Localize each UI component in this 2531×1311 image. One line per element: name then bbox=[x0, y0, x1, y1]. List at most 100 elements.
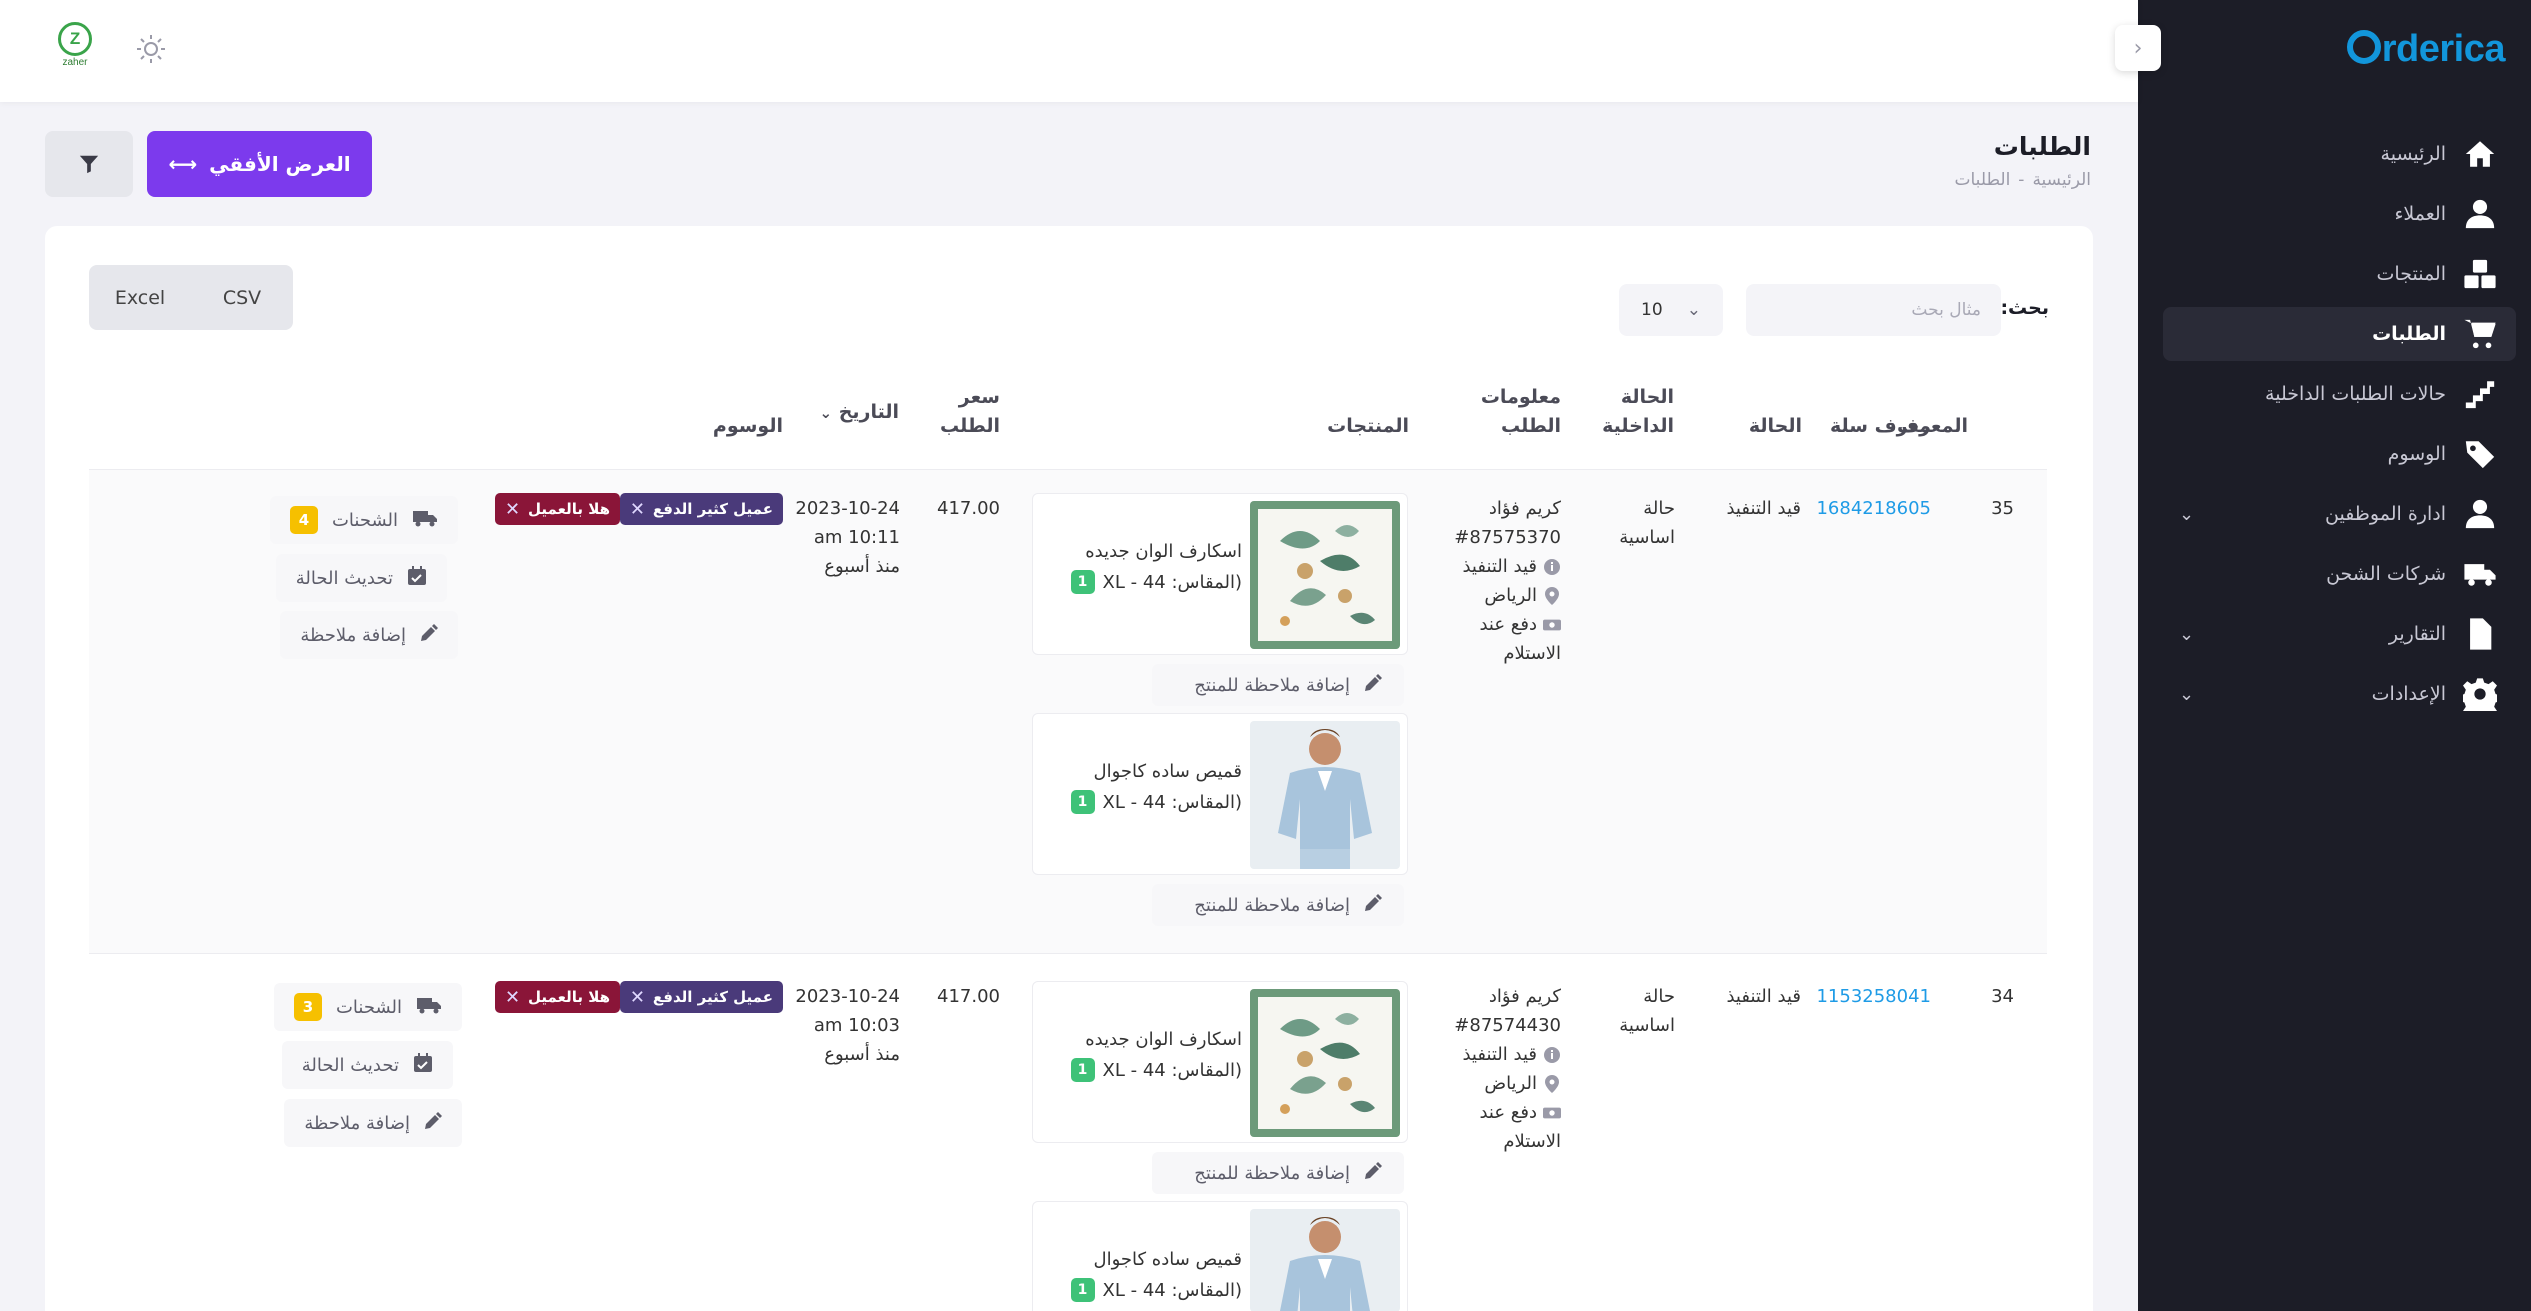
sun-icon bbox=[137, 35, 165, 63]
shipments-button[interactable]: الشحنات 3 bbox=[273, 983, 462, 1031]
scarf-product-image[interactable] bbox=[1250, 989, 1400, 1137]
tags-icon bbox=[2460, 436, 2500, 472]
col-header-price-2: الطلب bbox=[939, 415, 1000, 437]
search-input[interactable] bbox=[1746, 284, 2001, 336]
boxes-icon bbox=[2460, 256, 2500, 292]
sidebar-item-tags[interactable]: الوسوم bbox=[2163, 427, 2516, 481]
col-header-internal-status-1[interactable]: الحالة bbox=[1621, 383, 1674, 412]
row-internal-status: حالة اساسية bbox=[1619, 982, 1675, 1040]
sidebar-item-orders[interactable]: الطلبات bbox=[2163, 307, 2516, 361]
breadcrumb-separator: - bbox=[2018, 170, 2025, 190]
add-note-button[interactable]: إضافة ملاحظة bbox=[280, 611, 458, 659]
sidebar-item-customers[interactable]: العملاء bbox=[2163, 187, 2516, 241]
col-header-status[interactable]: الحالة bbox=[1749, 412, 1802, 441]
tag-badge: هلا بالعميل ✕ bbox=[494, 981, 620, 1013]
city-text: الرياض bbox=[1484, 585, 1537, 606]
avatar-initial: Z bbox=[58, 22, 92, 56]
breadcrumb-home[interactable]: الرئيسية bbox=[2032, 170, 2091, 190]
product-size: (المقاس: XL - 44 1 bbox=[1070, 570, 1242, 594]
product-card: اسكارف الوان جديده (المقاس: XL - 44 1 bbox=[1032, 981, 1408, 1143]
search-label: بحث: bbox=[2000, 297, 2049, 319]
scarf-product-image[interactable] bbox=[1250, 501, 1400, 649]
tag-label: عميل كثير الدفع bbox=[652, 500, 773, 518]
export-excel-button[interactable]: Excel bbox=[89, 265, 191, 330]
product-card: قميص ساده كاجوال (المقاس: XL - 44 1 bbox=[1032, 1201, 1408, 1311]
row-status: قيد التنفيذ bbox=[1726, 986, 1801, 1007]
order-number: #87575370 bbox=[1454, 527, 1561, 548]
sidebar-item-label: الرئيسية bbox=[2380, 143, 2446, 165]
sidebar-item-home[interactable]: الرئيسية bbox=[2163, 127, 2516, 181]
arrows-horizontal-icon: ⟷ bbox=[168, 152, 198, 176]
col-header-date-label: التاريخ bbox=[838, 401, 899, 423]
payment-text-2: الاستلام bbox=[1503, 1131, 1561, 1152]
row-cart-id-link[interactable]: 1153258041 bbox=[1816, 982, 1931, 1011]
shipments-button[interactable]: الشحنات 4 bbox=[269, 496, 458, 544]
sidebar-item-label: الإعدادات bbox=[2371, 683, 2446, 705]
update-status-button[interactable]: تحديث الحالة bbox=[281, 1041, 453, 1089]
sidebar-item-label: حالات الطلبات الداخلية bbox=[2265, 383, 2446, 405]
shirt-product-image[interactable] bbox=[1250, 1209, 1400, 1311]
payment-text-1: دفع عند bbox=[1479, 1102, 1537, 1123]
add-note-button[interactable]: إضافة ملاحظة bbox=[284, 1099, 462, 1147]
pencil-icon bbox=[424, 1111, 442, 1135]
add-product-note-button[interactable]: إضافة ملاحظة للمنتج bbox=[1152, 664, 1404, 706]
row-id: 34 bbox=[1991, 986, 2014, 1007]
sidebar-item-label: المنتجات bbox=[2376, 263, 2446, 285]
horizontal-view-button[interactable]: العرض الأفقي ⟷ bbox=[147, 131, 372, 197]
tag-label: عميل كثير الدفع bbox=[652, 988, 773, 1006]
city-line: الرياض bbox=[1454, 1069, 1561, 1098]
cash-icon bbox=[1543, 1104, 1561, 1122]
sidebar-item-internal-statuses[interactable]: حالات الطلبات الداخلية bbox=[2163, 367, 2516, 421]
app-logo[interactable]: rderica bbox=[2346, 28, 2506, 71]
col-header-order-info-1[interactable]: معلومات bbox=[1481, 383, 1561, 412]
add-product-note-button[interactable]: إضافة ملاحظة للمنتج bbox=[1152, 1152, 1404, 1194]
col-header-internal-status-2: الداخلية bbox=[1602, 415, 1674, 437]
col-header-cart-id[interactable]: معرف سلة bbox=[1830, 412, 1931, 441]
calendar-check-icon bbox=[413, 1052, 433, 1078]
remove-tag-icon[interactable]: ✕ bbox=[505, 987, 520, 1008]
col-header-products[interactable]: المنتجات bbox=[1327, 412, 1409, 441]
row-date: 2023-10-24 10:11 am منذ أسبوع bbox=[795, 494, 900, 581]
page-size-value: 10 bbox=[1641, 300, 1663, 320]
col-header-tags[interactable]: الوسوم bbox=[713, 412, 783, 441]
product-card: اسكارف الوان جديده (المقاس: XL - 44 1 bbox=[1032, 493, 1408, 655]
sidebar-item-settings[interactable]: الإعدادات ⌄ bbox=[2163, 667, 2516, 721]
shirt-product-image[interactable] bbox=[1250, 721, 1400, 869]
relative-time-text: منذ أسبوع bbox=[824, 1044, 900, 1065]
sidebar-item-label: الوسوم bbox=[2387, 443, 2446, 465]
col-header-date[interactable]: التاريخ ⌄ bbox=[819, 398, 899, 428]
sidebar-item-label: الطلبات bbox=[2372, 323, 2446, 345]
update-status-button[interactable]: تحديث الحالة bbox=[275, 554, 447, 602]
remove-tag-icon[interactable]: ✕ bbox=[630, 499, 645, 520]
user-icon bbox=[2460, 496, 2500, 532]
quantity-badge: 1 bbox=[1070, 1278, 1095, 1302]
sidebar-item-employees[interactable]: ادارة الموظفين ⌄ bbox=[2163, 487, 2516, 541]
order-number: #87574430 bbox=[1454, 1015, 1561, 1036]
filter-button[interactable] bbox=[45, 131, 133, 197]
breadcrumb-current: الطلبات bbox=[1954, 170, 2011, 190]
date-text: 2023-10-24 bbox=[795, 986, 900, 1007]
truck-icon bbox=[412, 508, 438, 533]
payment-text-2: الاستلام bbox=[1503, 643, 1561, 664]
internal-status-line-1: حالة bbox=[1643, 986, 1675, 1007]
remove-tag-icon[interactable]: ✕ bbox=[505, 499, 520, 520]
sidebar-toggle-button[interactable]: ‹ bbox=[2115, 25, 2161, 71]
location-pin-icon bbox=[1543, 586, 1561, 605]
col-header-price-1[interactable]: سعر bbox=[959, 383, 1000, 412]
top-header: Z zaher bbox=[0, 0, 2138, 102]
user-avatar[interactable]: Z zaher bbox=[52, 22, 98, 78]
page-title: الطلبات bbox=[1993, 132, 2091, 161]
remove-tag-icon[interactable]: ✕ bbox=[630, 987, 645, 1008]
sidebar-nav: الرئيسية العملاء المنتجات الطلبات حالات … bbox=[2163, 127, 2516, 727]
user-icon bbox=[2460, 196, 2500, 232]
sidebar-item-shipping[interactable]: شركات الشحن bbox=[2163, 547, 2516, 601]
sidebar-item-reports[interactable]: التقارير ⌄ bbox=[2163, 607, 2516, 661]
internal-status-line-1: حالة bbox=[1643, 498, 1675, 519]
row-cart-id-link[interactable]: 1684218605 bbox=[1816, 494, 1931, 523]
add-product-note-button[interactable]: إضافة ملاحظة للمنتج bbox=[1152, 884, 1404, 926]
page-size-select[interactable]: 10 ⌄ bbox=[1619, 284, 1723, 336]
sidebar-item-products[interactable]: المنتجات bbox=[2163, 247, 2516, 301]
theme-toggle-button[interactable] bbox=[135, 33, 167, 65]
export-csv-button[interactable]: CSV bbox=[191, 265, 293, 330]
info-icon bbox=[1543, 558, 1561, 576]
